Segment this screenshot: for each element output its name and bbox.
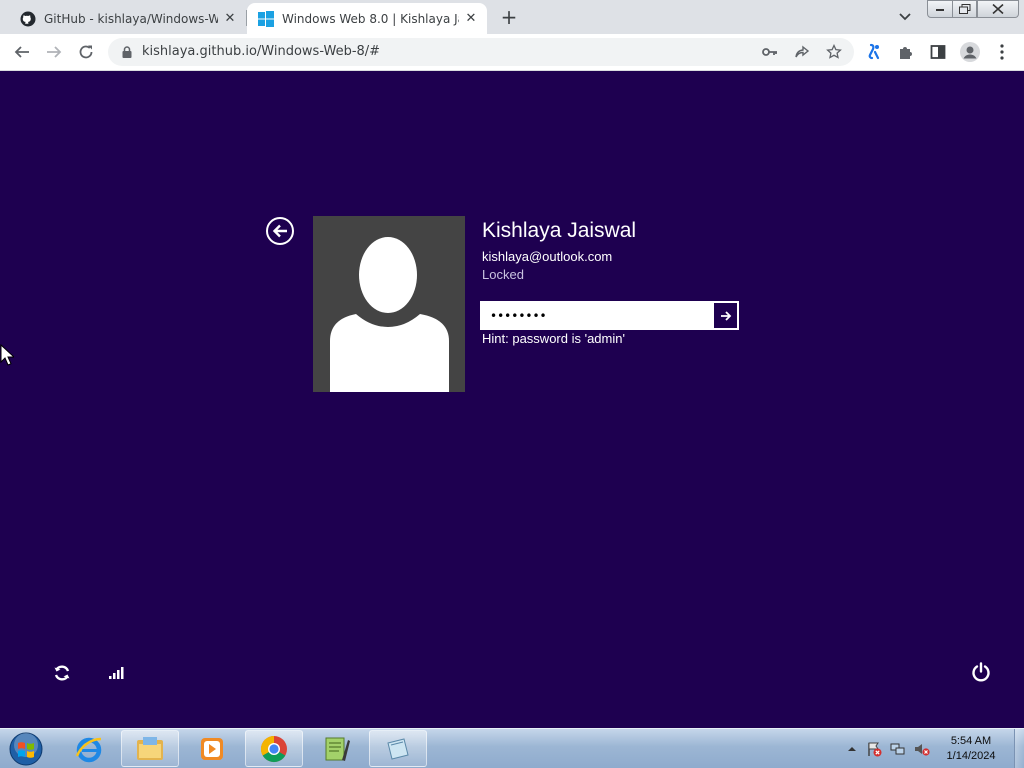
reload-icon[interactable]	[73, 39, 99, 65]
lock-screen: Kishlaya Jaiswal kishlaya@outlook.com Lo…	[0, 71, 1024, 728]
browser-toolbar: kishlaya.github.io/Windows-Web-8/#	[0, 34, 1024, 71]
tab-search-chevron-icon[interactable]	[893, 5, 917, 29]
action-center-icon[interactable]	[866, 741, 882, 757]
window-close-button[interactable]	[977, 0, 1019, 18]
tab-title: GitHub - kishlaya/Windows-Web	[44, 11, 218, 26]
password-input[interactable]	[484, 305, 716, 326]
window-minimize-button[interactable]	[927, 0, 953, 18]
clock-date: 1/14/2024	[946, 750, 996, 762]
star-icon[interactable]	[824, 42, 844, 62]
user-silhouette-icon	[330, 237, 449, 392]
file-explorer-icon[interactable]	[121, 730, 179, 767]
url-text[interactable]: kishlaya.github.io/Windows-Web-8/#	[142, 44, 380, 59]
tab-close-icon[interactable]: ✕	[459, 7, 483, 31]
sidepanel-icon[interactable]	[925, 39, 951, 65]
user-status: Locked	[482, 267, 524, 282]
internet-explorer-icon[interactable]	[60, 730, 118, 767]
new-tab-button[interactable]: +	[497, 5, 521, 29]
address-bar[interactable]: kishlaya.github.io/Windows-Web-8/#	[108, 38, 854, 66]
windows-logo-icon	[258, 10, 274, 27]
browser-tab-strip: GitHub - kishlaya/Windows-Web ✕ Windows …	[0, 0, 1024, 34]
share-icon[interactable]	[792, 42, 812, 62]
tab-title: Windows Web 8.0 | Kishlaya Jaisw	[282, 11, 459, 26]
start-orb-icon[interactable]	[6, 730, 46, 768]
submit-arrow-icon[interactable]	[714, 303, 737, 328]
power-icon[interactable]	[969, 660, 993, 684]
password-field-container	[480, 301, 739, 330]
forward-icon[interactable]	[41, 39, 67, 65]
mouse-cursor-icon	[0, 344, 14, 366]
taskbar-clock[interactable]: 5:54 AM 1/14/2024	[931, 734, 1011, 764]
user-name: Kishlaya Jaiswal	[482, 219, 637, 242]
generic-app-icon[interactable]	[369, 730, 427, 767]
network-signal-icon[interactable]	[104, 661, 128, 685]
taskbar: 5:54 AM 1/14/2024	[0, 728, 1024, 768]
back-arrow-icon[interactable]	[266, 217, 294, 245]
ease-of-access-icon[interactable]	[50, 661, 74, 685]
user-avatar	[313, 216, 465, 392]
github-icon	[20, 11, 36, 26]
menu-dots-icon[interactable]	[989, 39, 1015, 65]
window-restore-button[interactable]	[952, 0, 977, 18]
notepad-plus-plus-icon[interactable]	[307, 730, 365, 767]
tab-windows-web[interactable]: Windows Web 8.0 | Kishlaya Jaisw ✕	[247, 3, 487, 34]
back-icon[interactable]	[9, 39, 35, 65]
network-icon[interactable]	[890, 741, 906, 757]
show-hidden-icon[interactable]	[844, 741, 860, 757]
key-icon[interactable]	[760, 42, 780, 62]
lock-icon[interactable]	[120, 45, 134, 59]
user-email: kishlaya@outlook.com	[482, 249, 613, 264]
password-hint: Hint: password is 'admin'	[482, 331, 625, 346]
media-player-icon[interactable]	[183, 730, 241, 767]
puzzle-icon[interactable]	[893, 39, 919, 65]
extension-icon[interactable]	[861, 39, 887, 65]
chrome-icon[interactable]	[245, 730, 303, 767]
volume-muted-icon[interactable]	[914, 741, 930, 757]
profile-icon[interactable]	[957, 39, 983, 65]
tab-github[interactable]: GitHub - kishlaya/Windows-Web ✕	[8, 3, 246, 34]
clock-time: 5:54 AM	[950, 735, 992, 747]
show-desktop-button[interactable]	[1014, 729, 1024, 768]
tab-close-icon[interactable]: ✕	[218, 7, 242, 31]
